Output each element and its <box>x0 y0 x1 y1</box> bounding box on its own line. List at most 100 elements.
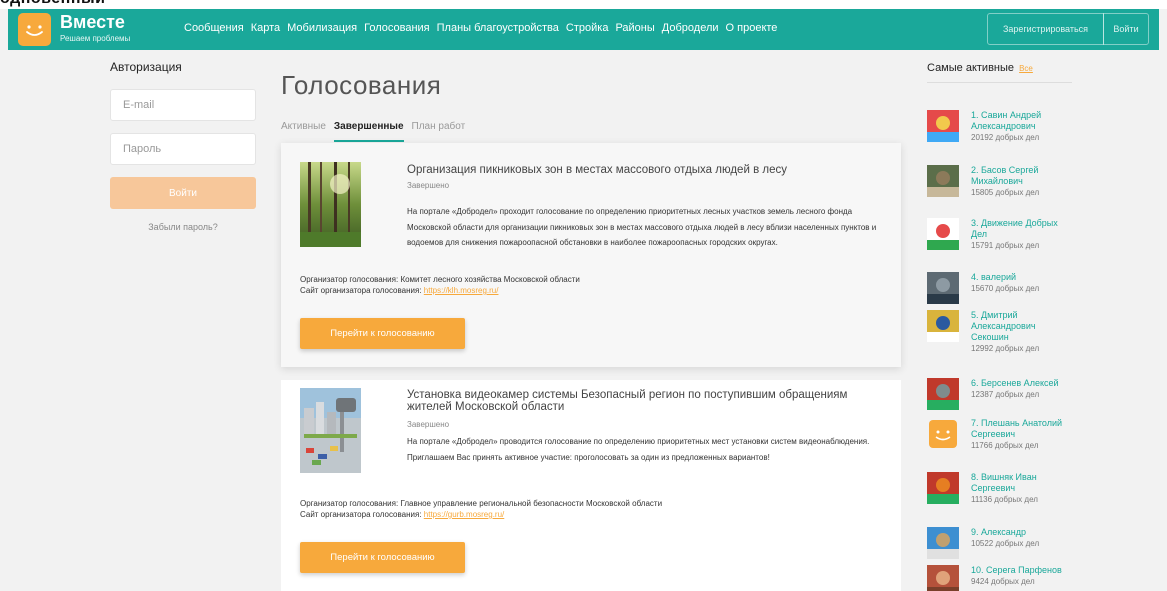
user-avatar[interactable] <box>927 310 959 342</box>
active-user-item[interactable]: 8. Вишняк Иван Сергеевич 11136 добрых дел <box>927 472 1071 505</box>
user-rank-name[interactable]: 2. Басов Сергей Михайлович <box>971 165 1038 186</box>
active-user-item[interactable]: 3. Движение Добрых Дел 15791 добрых дел <box>927 218 1071 251</box>
user-deeds-count: 12992 добрых дел <box>971 344 1040 353</box>
camera-street-photo[interactable] <box>300 388 361 473</box>
user-deeds-count: 11766 добрых дел <box>971 441 1039 450</box>
user-avatar[interactable] <box>927 165 959 197</box>
organizer-name: Главное управление региональной безопасн… <box>400 499 663 508</box>
nav-votes[interactable]: Голосования <box>364 22 430 34</box>
active-user-item[interactable]: 10. Серега Парфенов 9424 добрых дел <box>927 565 1071 591</box>
nav-construction[interactable]: Стройка <box>566 22 609 34</box>
active-users-sidebar: Самые активные Все <box>927 62 1072 83</box>
user-avatar[interactable] <box>927 218 959 250</box>
vote-organizer: Организатор голосования: Главное управле… <box>300 498 662 520</box>
brand-name[interactable]: Вместе <box>60 12 125 33</box>
page-top-strip: одновенный <box>0 0 1167 9</box>
user-rank-name[interactable]: 4. валерий <box>971 272 1016 282</box>
header-login-button[interactable]: Войти <box>1103 13 1149 45</box>
site-header: Вместе Решаем проблемы Сообщения Карта М… <box>8 9 1159 50</box>
vote-organizer: Организатор голосования: Комитет лесного… <box>300 274 580 296</box>
forest-photo[interactable] <box>300 162 361 247</box>
nav-map[interactable]: Карта <box>251 22 280 34</box>
organizer-site-link[interactable]: https://gurb.mosreg.ru/ <box>424 510 504 519</box>
user-info: 1. Савин Андрей Александрович 20192 добры… <box>971 110 1071 143</box>
user-avatar[interactable] <box>927 110 959 142</box>
organizer-site-label: Сайт организатора голосования: <box>300 510 422 519</box>
organizer-site-link[interactable]: https://klh.mosreg.ru/ <box>424 286 499 295</box>
user-info: 7. Плешань Анатолий Сергеевич 11766 добры… <box>971 418 1071 451</box>
register-button[interactable]: Зарегистрироваться <box>987 13 1104 45</box>
user-info: 6. Берсенев Алексей 12387 добрых дел <box>971 378 1071 410</box>
logo-icon[interactable] <box>18 13 51 46</box>
user-deeds-count: 15670 добрых дел <box>971 284 1040 293</box>
nav-dobrodeli[interactable]: Добродели <box>662 22 719 34</box>
user-rank-name[interactable]: 10. Серега Парфенов <box>971 565 1062 575</box>
user-info: 5. Дмитрий Александрович Секошин 12992 до… <box>971 310 1071 354</box>
active-user-item[interactable]: 2. Басов Сергей Михайлович 15805 добрых д… <box>927 165 1071 198</box>
vote-card: Организация пикниковых зон в местах масс… <box>281 143 901 367</box>
user-rank-name[interactable]: 7. Плешань Анатолий Сергеевич <box>971 418 1062 439</box>
user-rank-name[interactable]: 6. Берсенев Алексей <box>971 378 1059 388</box>
user-info: 4. валерий 15670 добрых дел <box>971 272 1071 304</box>
user-avatar[interactable] <box>927 272 959 304</box>
all-users-link[interactable]: Все <box>1019 64 1033 73</box>
page-title: Голосования <box>281 70 442 100</box>
email-field[interactable]: E-mail <box>110 89 256 121</box>
password-field[interactable]: Пароль <box>110 133 256 165</box>
user-deeds-count: 11136 добрых дел <box>971 495 1038 504</box>
active-user-item[interactable]: 9. Александр 10522 добрых дел <box>927 527 1071 559</box>
auth-panel: Авторизация E-mail Пароль Войти Забыли п… <box>110 60 260 232</box>
organizer-name: Комитет лесного хозяйства Московской обл… <box>400 275 580 284</box>
go-to-vote-button[interactable]: Перейти к голосованию <box>300 318 465 349</box>
active-user-item[interactable]: 7. Плешань Анатолий Сергеевич 11766 добры… <box>927 418 1071 451</box>
active-user-item[interactable]: 4. валерий 15670 добрых дел <box>927 272 1071 304</box>
nav-improvement-plans[interactable]: Планы благоустройства <box>437 22 559 34</box>
main-nav: Сообщения Карта Мобилизация Голосования … <box>184 22 784 34</box>
active-users-title: Самые активные Все <box>927 62 1072 83</box>
brand-tagline: Решаем проблемы <box>60 34 131 43</box>
login-button[interactable]: Войти <box>110 177 256 209</box>
vote-description: На портале «Добродел» проходит голосован… <box>407 207 877 247</box>
nav-districts[interactable]: Районы <box>615 22 654 34</box>
user-deeds-count: 12387 добрых дел <box>971 390 1040 399</box>
user-rank-name[interactable]: 8. Вишняк Иван Сергеевич <box>971 472 1037 493</box>
vote-title[interactable]: Организация пикниковых зон в местах масс… <box>407 164 867 176</box>
user-deeds-count: 9424 добрых дел <box>971 577 1035 586</box>
nav-messages[interactable]: Сообщения <box>184 22 244 34</box>
user-deeds-count: 15791 добрых дел <box>971 241 1040 250</box>
go-to-vote-button[interactable]: Перейти к голосованию <box>300 542 465 573</box>
user-avatar[interactable] <box>927 472 959 504</box>
forgot-password-link[interactable]: Забыли пароль? <box>110 222 256 232</box>
tab-work-plan[interactable]: План работ <box>412 121 466 142</box>
organizer-site-label: Сайт организатора голосования: <box>300 286 422 295</box>
active-user-item[interactable]: 1. Савин Андрей Александрович 20192 добры… <box>927 110 1071 143</box>
user-avatar[interactable] <box>927 378 959 410</box>
auth-title: Авторизация <box>110 60 182 74</box>
user-avatar[interactable] <box>927 527 959 559</box>
user-deeds-count: 20192 добрых дел <box>971 133 1040 142</box>
active-user-item[interactable]: 5. Дмитрий Александрович Секошин 12992 до… <box>927 310 1071 354</box>
organizer-label: Организатор голосования: <box>300 275 399 284</box>
user-rank-name[interactable]: 3. Движение Добрых Дел <box>971 218 1058 239</box>
tab-completed[interactable]: Завершенные <box>333 121 404 142</box>
user-info: 2. Басов Сергей Михайлович 15805 добрых д… <box>971 165 1071 198</box>
user-info: 9. Александр 10522 добрых дел <box>971 527 1071 559</box>
user-rank-name[interactable]: 5. Дмитрий Александрович Секошин <box>971 310 1036 342</box>
organizer-label: Организатор голосования: <box>300 499 399 508</box>
nav-mobilization[interactable]: Мобилизация <box>287 22 357 34</box>
vote-description: На портале «Добродел» проводится голосов… <box>407 437 870 462</box>
tab-active[interactable]: Активные <box>281 121 326 142</box>
nav-about[interactable]: О проекте <box>726 22 778 34</box>
active-user-item[interactable]: 6. Берсенев Алексей 12387 добрых дел <box>927 378 1071 410</box>
vote-tabs: Активные Завершенные План работ <box>281 121 473 142</box>
user-avatar[interactable] <box>927 418 959 450</box>
user-avatar[interactable] <box>927 565 959 591</box>
active-users-title-text: Самые активные <box>927 62 1015 74</box>
user-deeds-count: 10522 добрых дел <box>971 539 1040 548</box>
vote-status: Завершено <box>407 181 450 190</box>
user-rank-name[interactable]: 9. Александр <box>971 527 1026 537</box>
vote-title[interactable]: Установка видеокамер системы Безопасный … <box>407 389 867 413</box>
vote-status: Завершено <box>407 420 450 429</box>
user-rank-name[interactable]: 1. Савин Андрей Александрович <box>971 110 1041 131</box>
vote-card: Установка видеокамер системы Безопасный … <box>281 380 901 591</box>
